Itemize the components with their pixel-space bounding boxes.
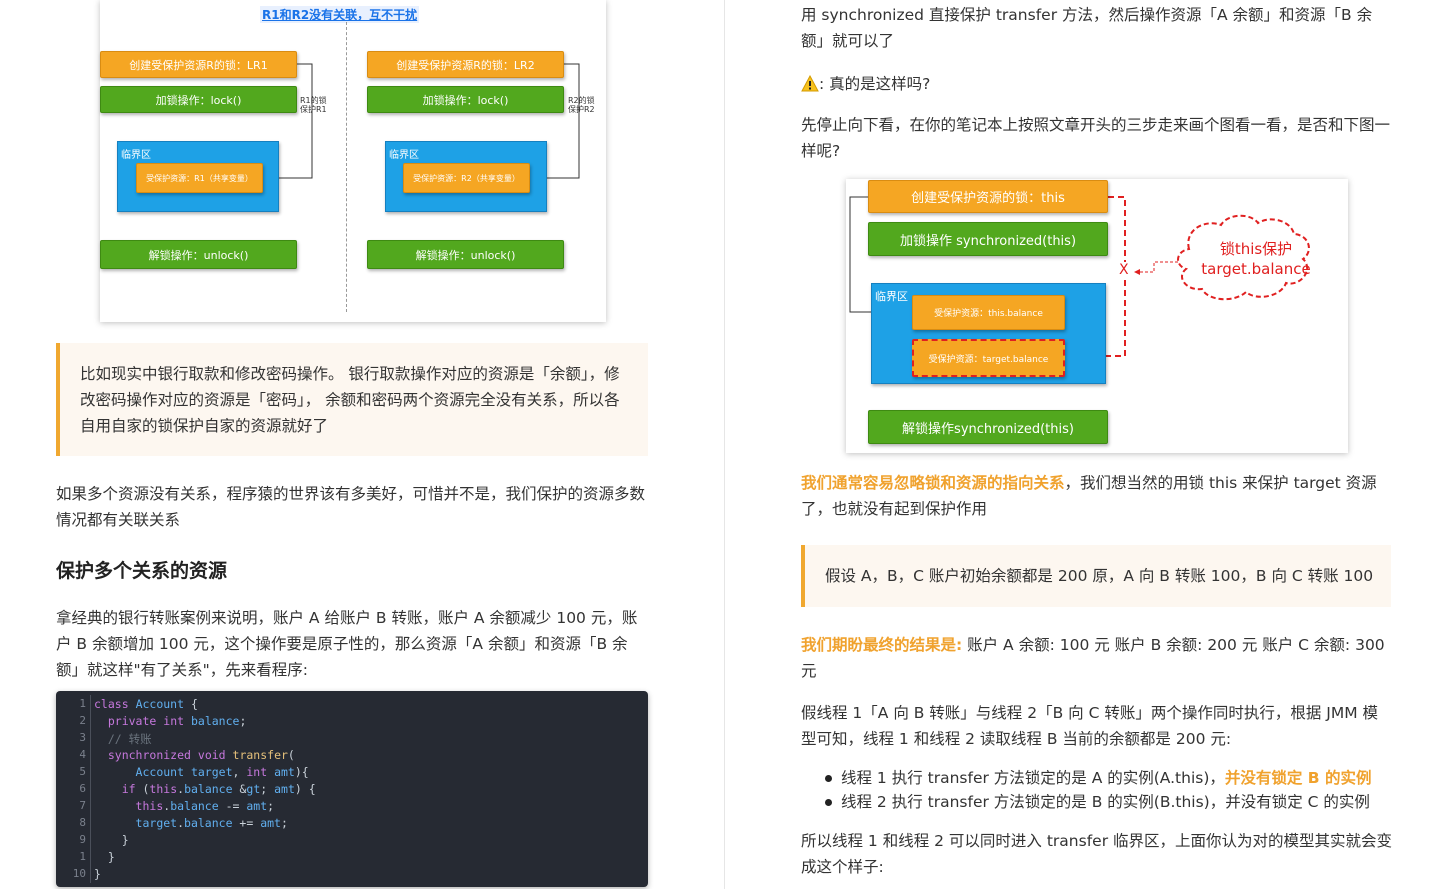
code-line: synchronized void transfer( [107, 748, 295, 762]
code-line-number: 10 [72, 867, 86, 880]
bullet-thread-2: 线程 2 执行 transfer 方法锁定的是 B 的实例(B.this)，并没… [821, 790, 1401, 814]
code-line: class Account { [94, 697, 198, 711]
resource-this-balance: 受保护资源：this.balance [912, 295, 1065, 330]
code-line-number: 6 [79, 782, 86, 795]
create-lock-box-lr2: 创建受保护资源R的锁：LR2 [367, 51, 564, 78]
paragraph-threads: 假线程 1「A 向 B 转账」与线程 2「B 向 C 转账」两个操作同时执行，根… [801, 704, 1379, 748]
code-line: } [94, 850, 115, 864]
critical-label-a: 临界区 [121, 150, 151, 161]
paragraph-sync-direct: 用 synchronized 直接保护 transfer 方法，然后操作资源「A… [801, 6, 1373, 50]
unlock-sync-this-box: 解锁操作synchronized(this) [868, 410, 1108, 444]
unlock-box-a: 解锁操作：unlock() [100, 240, 297, 269]
quote-bank-example: 比如现实中银行取款和修改密码操作。 银行取款操作对应的资源是「余额」，修改密码操… [56, 343, 648, 456]
code-line: target.balance += amt; [135, 816, 288, 830]
code-line-number: 1 [79, 697, 86, 710]
warning-text: : 真的是这样吗? [819, 75, 931, 93]
bullet-2-text: 线程 2 执行 transfer 方法锁定的是 B 的实例(B.this)，并没… [841, 793, 1370, 811]
paragraph-ignore-pointer: 我们通常容易忽略锁和资源的指向关系，我们想当然的用锁 this 来保护 targ… [801, 470, 1396, 522]
code-line: Account target, int amt){ [135, 765, 309, 779]
paragraph-expected-result: 我们期盼最终的结果是: 账户 A 余额: 100 元 账户 B 余额: 200 … [801, 632, 1391, 684]
code-line-number: 9 [79, 833, 86, 846]
quote-assumption-text: 假设 A，B，C 账户初始余额都是 200 原，A 向 B 转账 100，B 向… [825, 567, 1374, 585]
thread-bullet-list: 线程 1 执行 transfer 方法锁定的是 A 的实例(A.this)，并没… [821, 766, 1401, 814]
side-note-b: R2的锁 保护R2 [568, 96, 595, 114]
cloud-label: 锁this保护 target.balance [1201, 240, 1311, 278]
code-line-number: 3 [79, 731, 86, 744]
resource-r1-box: 受保护资源：R1（共享变量） [136, 163, 263, 193]
section-heading: 保护多个关系的资源 [56, 560, 228, 582]
warning-icon [801, 74, 819, 91]
right-column: 用 synchronized 直接保护 transfer 方法，然后操作资源「A… [725, 0, 1450, 889]
highlight-expected: 我们期盼最终的结果是: [801, 636, 963, 654]
code-line: // 转账 [94, 732, 152, 746]
lock-sync-this-box: 加锁操作 synchronized(this) [868, 222, 1108, 256]
code-line-number: 1 [79, 850, 86, 863]
bullet-thread-1: 线程 1 执行 transfer 方法锁定的是 A 的实例(A.this)，并没… [821, 766, 1401, 790]
paragraph-conclusion: 所以线程 1 和线程 2 可以同时进入 transfer 临界区，上面你认为对的… [801, 832, 1393, 876]
code-gutter [90, 695, 91, 883]
left-column: R1和R2没有关联，互不干扰 创建受保护资源R的锁：LR1 加锁操作：lock(… [0, 0, 724, 889]
unlock-box-b: 解锁操作：unlock() [367, 240, 564, 269]
code-line: } [94, 867, 101, 881]
critical-label-this: 临界区 [875, 290, 908, 303]
paragraph-resources-related: 如果多个资源没有关系，程序猿的世界该有多美好，可惜并不是，我们保护的资源多数情况… [56, 485, 646, 529]
lock-diagram-independent: R1和R2没有关联，互不干扰 创建受保护资源R的锁：LR1 加锁操作：lock(… [100, 0, 606, 322]
bullet-1-highlight: 并没有锁定 B 的实例 [1224, 769, 1372, 787]
x-mark: X [1119, 262, 1129, 278]
code-block: 1 class Account {2 private int balance; 3 … [56, 691, 648, 887]
code-line-number: 8 [79, 816, 86, 829]
resource-r2-box: 受保护资源：R2（共享变量） [403, 163, 530, 193]
lock-diagram-this: 创建受保护资源的锁：this 加锁操作 synchronized(this) X… [846, 179, 1348, 453]
paragraph-transfer-example: 拿经典的银行转账案例来说明，账户 A 给账户 B 转账，账户 A 余额减少 10… [56, 609, 638, 679]
warning-line: : 真的是这样吗? [801, 70, 930, 96]
lock-box-b: 加锁操作：lock() [367, 86, 564, 113]
quote-assumption: 假设 A，B，C 账户初始余额都是 200 原，A 向 B 转账 100，B 向… [801, 545, 1391, 607]
code-line-number: 7 [79, 799, 86, 812]
code-line-number: 4 [79, 748, 86, 761]
critical-label-b: 临界区 [389, 150, 419, 161]
code-line: private int balance; [107, 714, 247, 728]
code-line: } [94, 833, 129, 847]
paragraph-draw-diagram: 先停止向下看，在你的笔记本上按照文章开头的三步走来画个图看一看，是否和下图一样呢… [801, 116, 1391, 160]
code-line-number: 2 [79, 714, 86, 727]
code-line: if (this.balance &gt; amt) { [121, 782, 316, 796]
create-lock-this-box: 创建受保护资源的锁：this [868, 180, 1108, 213]
highlight-ignore: 我们通常容易忽略锁和资源的指向关系 [801, 474, 1065, 492]
code-line-number: 5 [79, 765, 86, 778]
bullet-1-text: 线程 1 执行 transfer 方法锁定的是 A 的实例(A.this)， [841, 769, 1225, 787]
code-line: this.balance -= amt; [135, 799, 275, 813]
quote-text: 比如现实中银行取款和修改密码操作。 银行取款操作对应的资源是「余额」，修改密码操… [80, 365, 620, 435]
resource-target-balance: 受保护资源：target.balance [912, 339, 1065, 377]
